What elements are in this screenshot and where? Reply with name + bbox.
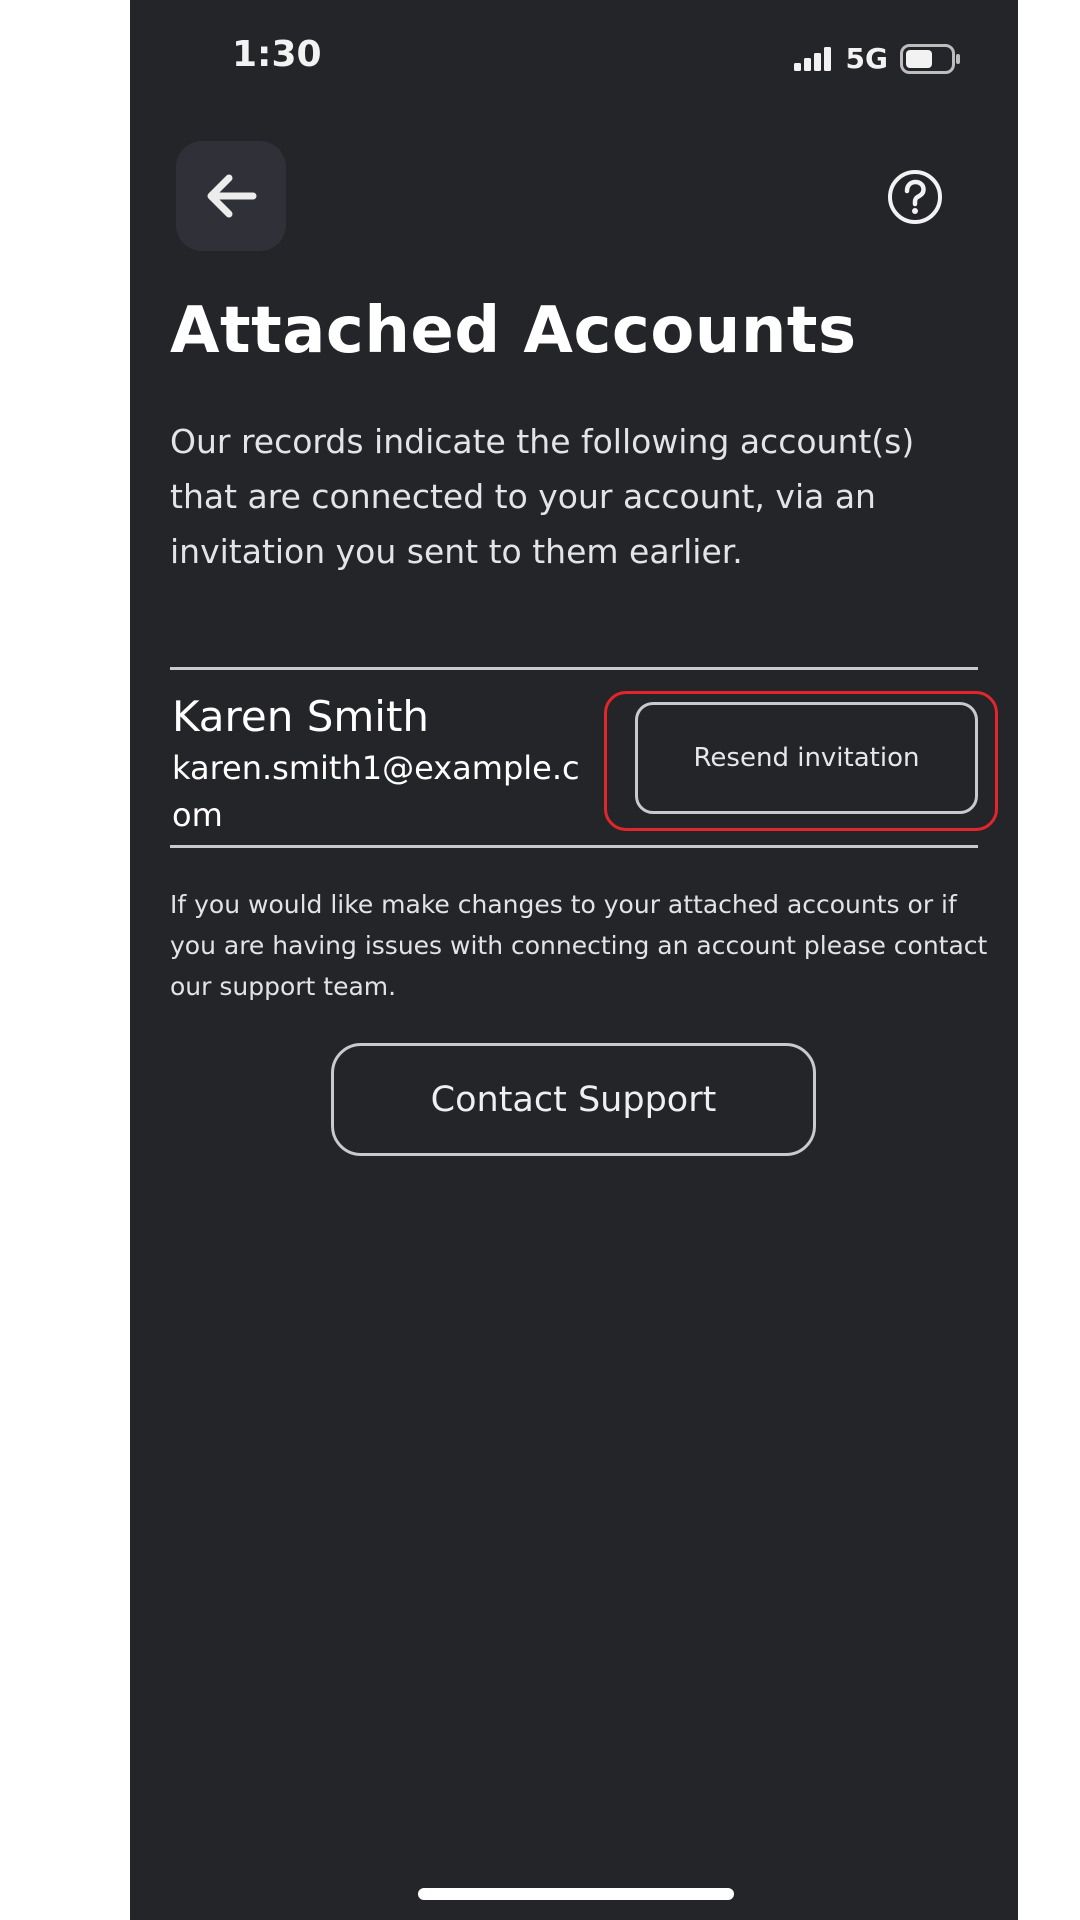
home-indicator[interactable]: [418, 1888, 734, 1900]
status-time: 1:30: [232, 34, 322, 75]
divider: [170, 667, 978, 670]
signal-icon: [793, 46, 831, 71]
question-circle-icon: [888, 170, 942, 224]
arrow-left-icon: [207, 174, 257, 218]
page-title: Attached Accounts: [170, 294, 857, 368]
contact-support-button[interactable]: Contact Support: [331, 1043, 816, 1156]
back-button[interactable]: [176, 141, 286, 251]
status-indicators: 5G: [793, 42, 962, 75]
resend-invitation-button[interactable]: Resend invitation: [635, 702, 978, 814]
divider: [170, 845, 978, 848]
help-button[interactable]: [886, 168, 944, 226]
status-bar: 1:30 5G: [130, 0, 1018, 120]
account-name: Karen Smith: [172, 692, 430, 741]
support-note: If you would like make changes to your a…: [170, 890, 988, 1001]
network-label: 5G: [845, 42, 888, 75]
intro-text: Our records indicate the following accou…: [170, 422, 915, 571]
phone-screen: 1:30 5G Attached Accounts Our records in…: [130, 0, 1018, 1920]
account-email: karen.smith1@example.com: [172, 749, 580, 834]
battery-icon: [900, 43, 960, 74]
